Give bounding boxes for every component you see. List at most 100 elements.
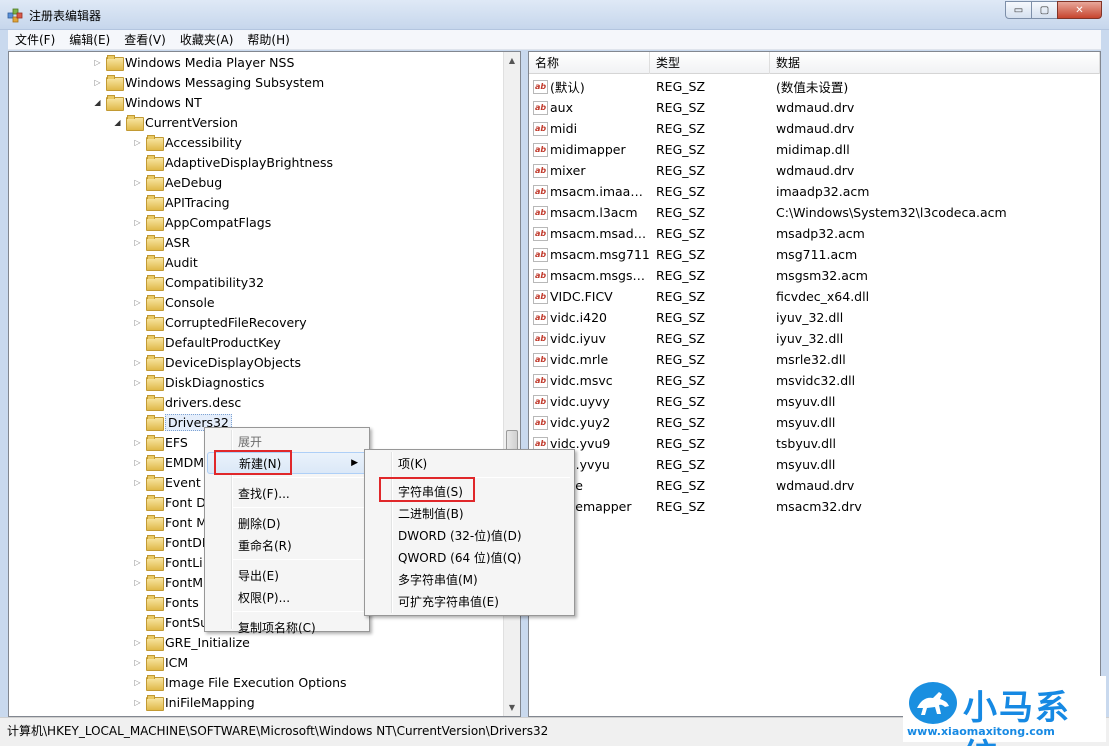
- tree-node[interactable]: ▷ AeDebug: [133, 172, 222, 192]
- context-menu-item[interactable]: 导出(E): [207, 564, 367, 586]
- value-row[interactable]: ab msacm.imaad... REG_SZ imaadp32.acm: [529, 181, 1100, 202]
- tree-node[interactable]: ◢ Windows NT: [93, 92, 202, 112]
- value-row[interactable]: abvidc.yvyuREG_SZmsyuv.dll: [529, 454, 1100, 475]
- value-row[interactable]: ab vidc.msvc REG_SZ msvidc32.dll: [529, 370, 1100, 391]
- menu-help[interactable]: 帮助(H): [240, 31, 296, 48]
- tree-node[interactable]: Font M: [133, 512, 207, 532]
- value-row[interactable]: ab VIDC.FICV REG_SZ ficvdec_x64.dll: [529, 286, 1100, 307]
- menu-file[interactable]: 文件(F): [8, 31, 62, 48]
- value-row[interactable]: ab msacm.msadp... REG_SZ msadp32.acm: [529, 223, 1100, 244]
- tree-node[interactable]: ▷ Console: [133, 292, 215, 312]
- maximize-button[interactable]: ▢: [1031, 1, 1058, 19]
- menu-edit[interactable]: 编辑(E): [62, 31, 117, 48]
- value-row[interactable]: abwavemapperREG_SZmsacm32.drv: [529, 496, 1100, 517]
- collapsed-arrow-icon[interactable]: ▷: [133, 238, 142, 247]
- column-name[interactable]: 名称: [529, 52, 650, 74]
- value-row[interactable]: abwaveREG_SZwdmaud.drv: [529, 475, 1100, 496]
- tree-node[interactable]: ▷ AppCompatFlags: [133, 212, 271, 232]
- tree-node[interactable]: ▷ DeviceDisplayObjects: [133, 352, 301, 372]
- collapsed-arrow-icon[interactable]: ▷: [133, 318, 142, 327]
- context-menu-item[interactable]: 复制项名称(C): [207, 616, 367, 638]
- collapsed-arrow-icon[interactable]: ▷: [133, 478, 142, 487]
- menu-view[interactable]: 查看(V): [117, 31, 173, 48]
- collapsed-arrow-icon[interactable]: ▷: [133, 678, 142, 687]
- tree-node[interactable]: ▷ CorruptedFileRecovery: [133, 312, 307, 332]
- submenu-item[interactable]: 可扩充字符串值(E): [367, 590, 572, 612]
- scroll-up-icon[interactable]: ▲: [504, 52, 520, 69]
- value-row[interactable]: ab mixer REG_SZ wdmaud.drv: [529, 160, 1100, 181]
- tree-node[interactable]: ▷ Windows Media Player NSS: [93, 52, 294, 72]
- tree-node[interactable]: ▷ Windows Messaging Subsystem: [93, 72, 324, 92]
- submenu-item[interactable]: DWORD (32-位)值(D): [367, 524, 572, 546]
- scroll-down-icon[interactable]: ▼: [504, 699, 520, 716]
- collapsed-arrow-icon[interactable]: ▷: [133, 218, 142, 227]
- collapsed-arrow-icon[interactable]: ▷: [133, 658, 142, 667]
- context-menu-item[interactable]: 查找(F)...: [207, 482, 367, 504]
- tree-node[interactable]: APITracing: [133, 192, 230, 212]
- collapsed-arrow-icon[interactable]: ▷: [133, 178, 142, 187]
- expanded-arrow-icon[interactable]: ◢: [93, 98, 102, 107]
- collapsed-arrow-icon[interactable]: ▷: [133, 298, 142, 307]
- tree-node[interactable]: Compatibility32: [133, 272, 264, 292]
- collapsed-arrow-icon[interactable]: ▷: [133, 458, 142, 467]
- tree-node[interactable]: ▷ Accessibility: [133, 132, 242, 152]
- column-data[interactable]: 数据: [770, 52, 1100, 74]
- tree-node[interactable]: FontSu: [133, 612, 208, 632]
- tree-node[interactable]: ▷ IniFileMapping: [133, 692, 255, 712]
- expanded-arrow-icon[interactable]: ◢: [113, 118, 122, 127]
- value-row[interactable]: ab (默认) REG_SZ (数值未设置): [529, 76, 1100, 97]
- tree-node[interactable]: drivers.desc: [133, 392, 241, 412]
- context-menu-item[interactable]: 删除(D): [207, 512, 367, 534]
- tree-node[interactable]: ▷ FontLi: [133, 552, 203, 572]
- value-row[interactable]: ab midimapper REG_SZ midimap.dll: [529, 139, 1100, 160]
- value-row[interactable]: ab msacm.msg711 REG_SZ msg711.acm: [529, 244, 1100, 265]
- collapsed-arrow-icon[interactable]: ▷: [133, 578, 142, 587]
- tree-node[interactable]: Fonts: [133, 592, 199, 612]
- value-row[interactable]: ab vidc.mrle REG_SZ msrle32.dll: [529, 349, 1100, 370]
- collapsed-arrow-icon[interactable]: ▷: [133, 138, 142, 147]
- minimize-button[interactable]: ▭: [1005, 1, 1032, 19]
- value-row[interactable]: ab aux REG_SZ wdmaud.drv: [529, 97, 1100, 118]
- value-row[interactable]: ab midi REG_SZ wdmaud.drv: [529, 118, 1100, 139]
- tree-node[interactable]: ▷ ICM: [133, 652, 188, 672]
- close-button[interactable]: ✕: [1057, 1, 1102, 19]
- tree-node[interactable]: ▷ FontM: [133, 572, 203, 592]
- tree-node[interactable]: ▷ Image File Execution Options: [133, 672, 347, 692]
- tree-node[interactable]: AdaptiveDisplayBrightness: [133, 152, 333, 172]
- submenu-item[interactable]: 二进制值(B): [367, 502, 572, 524]
- collapsed-arrow-icon[interactable]: ▷: [133, 358, 142, 367]
- tree-scrollbar[interactable]: ▲ ▼: [503, 52, 520, 716]
- tree-node[interactable]: ▷ ASR: [133, 232, 190, 252]
- context-menu-item[interactable]: 权限(P)...: [207, 586, 367, 608]
- tree-node[interactable]: DefaultProductKey: [133, 332, 281, 352]
- collapsed-arrow-icon[interactable]: ▷: [133, 638, 142, 647]
- collapsed-arrow-icon[interactable]: ▷: [133, 378, 142, 387]
- tree-node[interactable]: ▷ EMDM: [133, 452, 204, 472]
- column-type[interactable]: 类型: [650, 52, 770, 74]
- submenu-item[interactable]: QWORD (64 位)值(Q): [367, 546, 572, 568]
- collapsed-arrow-icon[interactable]: ▷: [93, 78, 102, 87]
- tree-node[interactable]: Font D: [133, 492, 206, 512]
- tree-node[interactable]: Audit: [133, 252, 198, 272]
- tree-node[interactable]: ▷ EFS: [133, 432, 188, 452]
- tree-node[interactable]: ▷ DiskDiagnostics: [133, 372, 264, 392]
- value-row[interactable]: ab msacm.msgsm... REG_SZ msgsm32.acm: [529, 265, 1100, 286]
- submenu-item[interactable]: 多字符串值(M): [367, 568, 572, 590]
- submenu-item[interactable]: 项(K): [367, 452, 572, 474]
- collapsed-arrow-icon[interactable]: ▷: [133, 698, 142, 707]
- menu-favorites[interactable]: 收藏夹(A): [173, 31, 241, 48]
- collapsed-arrow-icon[interactable]: ▷: [133, 438, 142, 447]
- values-list[interactable]: 名称 类型 数据 ab (默认) REG_SZ (数值未设置) ab aux REG_SZ w…: [528, 51, 1101, 717]
- tree-node[interactable]: ◢ CurrentVersion: [113, 112, 238, 132]
- collapsed-arrow-icon[interactable]: ▷: [133, 558, 142, 567]
- context-menu-item[interactable]: 重命名(R): [207, 534, 367, 556]
- value-row[interactable]: ab vidc.yvu9 REG_SZ tsbyuv.dll: [529, 433, 1100, 454]
- value-row[interactable]: ab msacm.l3acm REG_SZ C:\Windows\System32\l…: [529, 202, 1100, 223]
- tree-node[interactable]: FontDI: [133, 532, 206, 552]
- value-row[interactable]: ab vidc.i420 REG_SZ iyuv_32.dll: [529, 307, 1100, 328]
- tree-node[interactable]: ▷ Event: [133, 472, 201, 492]
- value-row[interactable]: ab vidc.yuy2 REG_SZ msyuv.dll: [529, 412, 1100, 433]
- collapsed-arrow-icon[interactable]: ▷: [93, 58, 102, 67]
- value-row[interactable]: ab vidc.iyuv REG_SZ iyuv_32.dll: [529, 328, 1100, 349]
- value-row[interactable]: ab vidc.uyvy REG_SZ msyuv.dll: [529, 391, 1100, 412]
